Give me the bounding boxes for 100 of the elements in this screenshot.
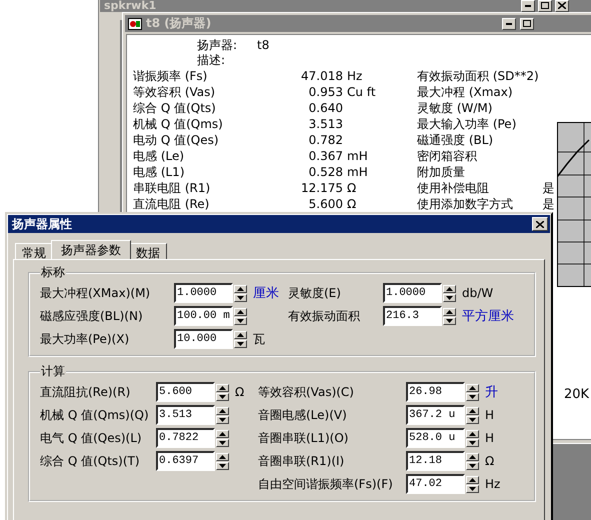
- field-label: 描述:: [197, 53, 226, 68]
- parameter-value: 0.528: [308, 164, 343, 180]
- arrow-up-icon: [219, 454, 226, 458]
- parameter-label: 等效容积 (Vas): [133, 84, 216, 100]
- spin-up-button[interactable]: [443, 284, 456, 292]
- close-button[interactable]: [532, 217, 548, 231]
- close-button[interactable]: [555, 0, 569, 12]
- group-title: 计算: [40, 363, 66, 380]
- spin-field[interactable]: 0.7822: [156, 428, 215, 448]
- spin-field[interactable]: 10.000: [174, 329, 233, 349]
- arrow-up-icon: [469, 454, 476, 458]
- maximize-icon: [523, 20, 531, 27]
- spin-field[interactable]: 367.2 u: [406, 405, 465, 425]
- arrow-up-icon: [219, 386, 226, 390]
- spin-down-button[interactable]: [216, 392, 229, 400]
- spin-up-button[interactable]: [234, 308, 247, 316]
- field-label: 磁感应强度(BL)(N): [40, 308, 143, 324]
- parameter-value: 是: [542, 180, 555, 196]
- unit-label: H: [484, 431, 494, 445]
- parameter-value: 5.600: [308, 196, 343, 212]
- field-label: 灵敏度(E): [288, 284, 341, 302]
- spin-field[interactable]: 12.18: [406, 451, 465, 471]
- parameter-value: 是: [542, 196, 555, 212]
- arrow-down-icon: [469, 394, 476, 398]
- parameter-label: 电动 Q 值(Qes): [133, 132, 220, 148]
- spin-up-button[interactable]: [234, 330, 247, 338]
- spin-down-button[interactable]: [234, 294, 247, 302]
- arrow-up-icon: [469, 408, 476, 412]
- tab[interactable]: 常规: [15, 243, 53, 259]
- tab[interactable]: 数据: [129, 243, 167, 259]
- spin-up-button[interactable]: [466, 406, 479, 414]
- spin-up-button[interactable]: [216, 452, 229, 460]
- unit-label: 厘米: [252, 285, 279, 302]
- parameter-value: 0.367: [308, 148, 343, 164]
- spin-field[interactable]: 3.513: [156, 405, 215, 425]
- arrow-down-icon: [219, 440, 226, 444]
- spin-field[interactable]: 100.00 m: [174, 306, 233, 326]
- spin-down-button[interactable]: [443, 294, 456, 302]
- arrow-up-icon: [469, 386, 476, 390]
- unit-label: db/W: [461, 286, 494, 300]
- spin-field[interactable]: 1.0000: [383, 283, 442, 303]
- spin-down-button[interactable]: [466, 438, 479, 446]
- unit-label: Ω: [347, 196, 358, 212]
- maximize-button[interactable]: [520, 18, 534, 30]
- group-title: 标称: [40, 264, 66, 281]
- spin-down-button[interactable]: [234, 316, 247, 324]
- arrow-down-icon: [469, 418, 476, 422]
- arrow-up-icon: [469, 432, 476, 436]
- parameter-label: 综合 Q 值(Qts): [133, 100, 217, 116]
- spin-up-button[interactable]: [216, 430, 229, 438]
- spin-up-button[interactable]: [216, 384, 229, 392]
- field-label: 音圈串联(R1)(I): [258, 452, 344, 470]
- parameter-label: 最大冲程 (Xmax): [416, 84, 514, 100]
- arrow-up-icon: [469, 478, 476, 482]
- spin-down-button[interactable]: [466, 462, 479, 470]
- tab[interactable]: 扬声器参数: [51, 240, 131, 259]
- spin-up-button[interactable]: [443, 308, 456, 316]
- arrow-down-icon: [237, 342, 244, 346]
- spin-up-button[interactable]: [466, 476, 479, 484]
- spin-down-button[interactable]: [216, 416, 229, 424]
- field-label: 综合 Q 值(Qts)(T): [40, 452, 140, 470]
- parameter-value: 47.018: [300, 68, 343, 84]
- parameter-value: 0.953: [308, 84, 343, 100]
- axis-label: 20K: [564, 387, 590, 402]
- spin-up-button[interactable]: [216, 406, 229, 414]
- parameter-value: 0.782: [308, 132, 343, 148]
- parameter-value: 12.175: [300, 180, 343, 196]
- close-icon: [558, 2, 566, 9]
- spin-up-button[interactable]: [466, 384, 479, 392]
- spin-down-button[interactable]: [466, 484, 479, 492]
- unit-label: Ω: [234, 385, 244, 399]
- parameter-label: 谐振频率 (Fs): [133, 68, 208, 84]
- maximize-button[interactable]: [538, 0, 552, 12]
- spin-down-button[interactable]: [466, 416, 479, 424]
- minimize-button[interactable]: [521, 0, 535, 12]
- arrow-up-icon: [219, 432, 226, 436]
- parameter-label: 附加质量: [416, 164, 466, 180]
- spin-up-button[interactable]: [466, 430, 479, 438]
- spin-field[interactable]: 0.6397: [156, 451, 215, 471]
- spin-field[interactable]: 1.0000: [174, 283, 233, 303]
- spin-field[interactable]: 47.02: [406, 474, 465, 494]
- spin-up-button[interactable]: [234, 284, 247, 292]
- field-value: t8: [257, 38, 270, 53]
- arrow-up-icon: [446, 310, 453, 314]
- minimize-button[interactable]: [502, 18, 516, 30]
- parameter-label: 使用补偿电阻: [416, 180, 490, 196]
- spin-down-button[interactable]: [216, 462, 229, 470]
- window-title: spkrwk1: [104, 0, 158, 12]
- parameter-label: 机械 Q 值(Qms): [133, 116, 224, 132]
- spin-field[interactable]: 216.3: [383, 306, 442, 326]
- spin-field[interactable]: 26.98: [406, 382, 465, 402]
- parameter-label: 最大输入功率 (Pe): [416, 116, 518, 132]
- spin-down-button[interactable]: [216, 438, 229, 446]
- spin-field[interactable]: 528.0 u: [406, 428, 465, 448]
- spin-field[interactable]: 5.600: [156, 382, 215, 402]
- spin-down-button[interactable]: [466, 392, 479, 400]
- spin-down-button[interactable]: [443, 316, 456, 324]
- spin-up-button[interactable]: [466, 452, 479, 460]
- minimize-icon: [506, 22, 512, 24]
- spin-down-button[interactable]: [234, 340, 247, 348]
